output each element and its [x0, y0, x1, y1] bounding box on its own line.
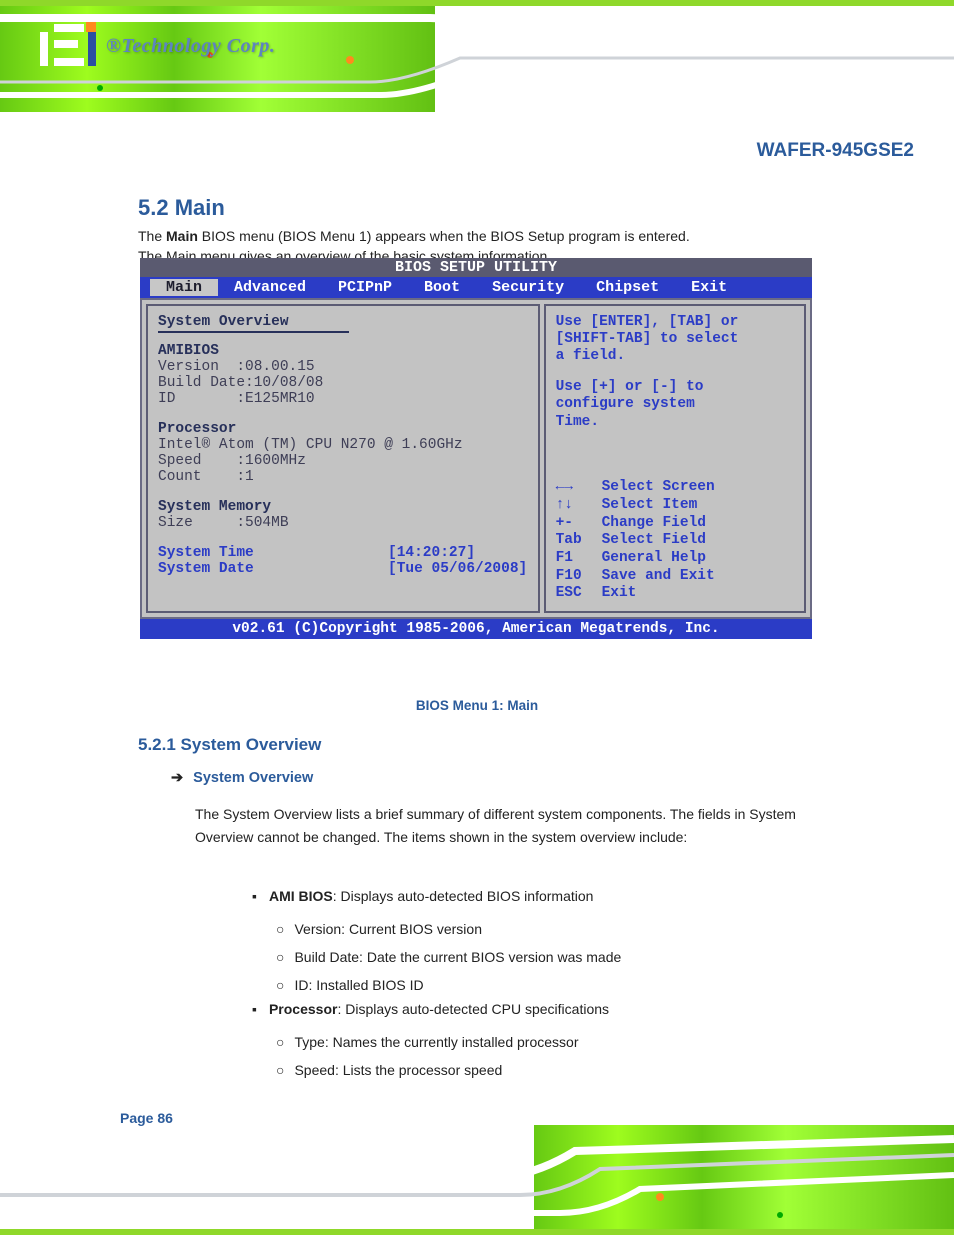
bios-tab-advanced[interactable]: Advanced [218, 279, 322, 296]
nav-desc: Select Item [602, 497, 698, 513]
memory-heading: System Memory [158, 499, 528, 515]
bios-tab-chipset[interactable]: Chipset [580, 279, 675, 296]
build-label: Build Date: [158, 375, 254, 391]
nav-desc: Exit [602, 585, 637, 601]
section-heading: 5.2 Main [138, 195, 225, 221]
sub-bullet: ○ID: Installed BIOS ID [276, 974, 836, 997]
build-value: 10/08/08 [254, 375, 324, 391]
subsection-heading: 5.2.1 System Overview [138, 735, 321, 755]
system-time-value[interactable]: [14:20:27] [388, 545, 475, 561]
arrow-label: System Overview [193, 770, 313, 786]
bullet-bold: Processor [269, 1001, 337, 1017]
bios-tab-main[interactable]: Main [150, 279, 218, 296]
logo-mark [40, 22, 96, 70]
bios-main-panel: System Overview AMIBIOS Version :08.00.1… [146, 304, 540, 613]
help-line: a field. [556, 348, 794, 365]
help-line: Use [+] or [-] to [556, 379, 794, 396]
footer-swoosh [0, 1125, 954, 1235]
bullet-item: ▪ AMI BIOS: Displays auto-detected BIOS i… [252, 888, 593, 904]
sub-bullet-text: Version: Current BIOS version [294, 921, 482, 937]
bios-help-panel: Use [ENTER], [TAB] or [SHIFT-TAB] to sel… [544, 304, 806, 613]
doc-title: WAFER-945GSE2 [757, 140, 914, 162]
help-line: Time. [556, 414, 794, 431]
size-value: 504MB [245, 515, 289, 531]
intro-text-2: BIOS menu (BIOS Menu 1) appears when the… [198, 228, 690, 244]
bios-tab-boot[interactable]: Boot [408, 279, 476, 296]
overview-paragraph: The System Overview lists a brief summar… [195, 803, 835, 849]
bios-tab-bar: Main Advanced PCIPnP Boot Security Chips… [140, 277, 812, 298]
id-label: ID : [158, 391, 245, 407]
nav-key: F10 [556, 568, 602, 586]
bios-screenshot: BIOS SETUP UTILITY Main Advanced PCIPnP … [140, 258, 812, 639]
version-label: Version : [158, 359, 245, 375]
bios-footer: v02.61 (C)Copyright 1985-2006, American … [140, 619, 812, 639]
sub-bullet-text: Type: Names the currently installed proc… [294, 1034, 578, 1050]
brand-logo: ®Technology Corp. [40, 22, 275, 70]
sub-bullet: ○Version: Current BIOS version [276, 918, 836, 941]
nav-key: ↑↓ [556, 497, 602, 515]
bullet-icon: ▪ [252, 1001, 257, 1017]
id-value: E125MR10 [245, 391, 315, 407]
bios-tab-security[interactable]: Security [476, 279, 580, 296]
nav-key: Tab [556, 532, 602, 550]
overview-heading: System Overview [158, 314, 349, 333]
sub-bullet: ○Build Date: Date the current BIOS versi… [276, 946, 836, 969]
nav-desc: General Help [602, 550, 706, 566]
version-value: 08.00.15 [245, 359, 315, 375]
system-time-label: System Time [158, 545, 388, 561]
sub-bullet: ○Type: Names the currently installed pro… [276, 1031, 836, 1054]
brand-tagline: ®Technology Corp. [106, 35, 275, 58]
bullet-bold: AMI BIOS [269, 888, 333, 904]
amibios-heading: AMIBIOS [158, 343, 528, 359]
bios-window-title: BIOS SETUP UTILITY [140, 258, 812, 277]
bios-tab-exit[interactable]: Exit [675, 279, 743, 296]
count-value: 1 [245, 469, 254, 485]
sub-bullet-text: ID: Installed BIOS ID [294, 977, 423, 993]
arrow-icon: ➔ [171, 770, 183, 786]
bios-tab-pcipnp[interactable]: PCIPnP [322, 279, 408, 296]
nav-desc: Save and Exit [602, 568, 715, 584]
speed-value: 1600MHz [245, 453, 306, 469]
cpu-name: Intel® Atom (TM) CPU N270 @ 1.60GHz [158, 437, 528, 453]
processor-heading: Processor [158, 421, 528, 437]
nav-desc: Change Field [602, 515, 706, 531]
nav-desc: Select Screen [602, 479, 715, 495]
help-line: Use [ENTER], [TAB] or [556, 314, 794, 331]
footer-banner [0, 1125, 954, 1235]
size-label: Size : [158, 515, 245, 531]
nav-key: +- [556, 515, 602, 533]
count-label: Count : [158, 469, 245, 485]
system-date-value[interactable]: [Tue 05/06/2008] [388, 561, 527, 577]
bullet-icon: ▪ [252, 888, 257, 904]
intro-bold: Main [166, 228, 198, 244]
nav-key: F1 [556, 550, 602, 568]
bullet-text: : Displays auto-detected CPU specificati… [337, 1001, 609, 1017]
sub-bullet: ○Speed: Lists the processor speed [276, 1059, 836, 1082]
sub-bullet-text: Build Date: Date the current BIOS versio… [294, 949, 621, 965]
bullet-text: : Displays auto-detected BIOS informatio… [333, 888, 594, 904]
figure-caption: BIOS Menu 1: Main [0, 698, 954, 713]
page-number: Page 86 [120, 1110, 173, 1126]
intro-text: The [138, 228, 166, 244]
help-line: configure system [556, 396, 794, 413]
system-date-label: System Date [158, 561, 388, 577]
nav-key: ESC [556, 585, 602, 603]
arrow-item: ➔ System Overview [171, 770, 313, 786]
speed-label: Speed : [158, 453, 245, 469]
nav-key: ←→ [556, 479, 602, 497]
header-banner: ®Technology Corp. [0, 0, 954, 112]
nav-desc: Select Field [602, 532, 706, 548]
help-line: [SHIFT-TAB] to select [556, 331, 794, 348]
bullet-item: ▪ Processor: Displays auto-detected CPU s… [252, 1001, 609, 1017]
sub-bullet-text: Speed: Lists the processor speed [294, 1062, 502, 1078]
